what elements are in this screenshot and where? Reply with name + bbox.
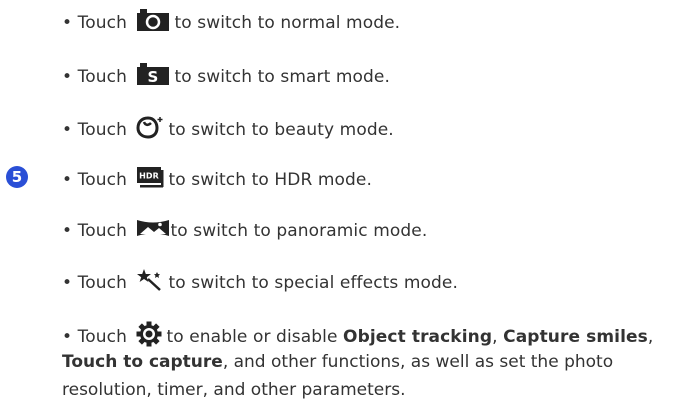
item-suffix: to switch to beauty mode. bbox=[168, 120, 394, 140]
bullet: • bbox=[62, 221, 73, 241]
settings-continuation-line-3: resolution, timer, and other parameters. bbox=[62, 380, 406, 400]
item-suffix: to switch to HDR mode. bbox=[168, 170, 372, 190]
list-item-beauty-mode: • Touch to switch to beauty mode. bbox=[62, 115, 394, 145]
panorama-icon bbox=[136, 217, 170, 245]
svg-text:S: S bbox=[148, 68, 159, 86]
bold-touch-to-capture: Touch to capture bbox=[62, 352, 223, 372]
magic-wand-icon bbox=[136, 268, 164, 298]
bullet: • bbox=[62, 170, 73, 190]
settings-continuation-line-2: Touch to capture, and other functions, a… bbox=[62, 351, 613, 373]
camera-normal-icon bbox=[136, 8, 170, 38]
item-prefix: Touch bbox=[77, 170, 127, 190]
bullet: • bbox=[62, 13, 73, 33]
item-prefix: Touch bbox=[77, 67, 127, 87]
bullet: • bbox=[62, 273, 73, 293]
bullet: • bbox=[62, 67, 73, 87]
bold-object-tracking: Object tracking bbox=[343, 327, 493, 347]
item-prefix: Touch bbox=[77, 13, 127, 33]
separator: , bbox=[492, 327, 498, 347]
item-suffix: to switch to smart mode. bbox=[174, 67, 390, 87]
item-suffix: to switch to special effects mode. bbox=[168, 273, 458, 293]
step-badge: 5 bbox=[6, 166, 28, 188]
list-item-special-effects-mode: • Touch to switch to special effects mod… bbox=[62, 268, 458, 298]
item-prefix: Touch bbox=[77, 273, 127, 293]
item-suffix: to switch to normal mode. bbox=[174, 13, 401, 33]
item-prefix: Touch bbox=[77, 327, 127, 347]
hdr-icon: HDR bbox=[136, 166, 164, 194]
settings-text-line2: , and other functions, as well as set th… bbox=[222, 352, 614, 372]
item-prefix: Touch bbox=[77, 221, 127, 241]
list-item-hdr-mode: • Touch HDR to switch to HDR mode. bbox=[62, 166, 372, 194]
bullet: • bbox=[62, 327, 73, 347]
item-suffix: to enable or disable bbox=[166, 327, 338, 347]
list-item-panoramic-mode: • Touch to switch to panoramic mode. bbox=[62, 217, 427, 245]
bullet: • bbox=[62, 120, 73, 140]
item-prefix: Touch bbox=[77, 120, 127, 140]
separator: , bbox=[647, 327, 654, 347]
settings-gear-icon bbox=[136, 321, 162, 353]
svg-text:HDR: HDR bbox=[140, 172, 160, 181]
list-item-smart-mode: • Touch S to switch to smart mode. bbox=[62, 62, 390, 92]
item-suffix: to switch to panoramic mode. bbox=[170, 221, 428, 241]
bold-capture-smiles: Capture smiles bbox=[503, 327, 648, 347]
list-item-normal-mode: • Touch to switch to normal mode. bbox=[62, 8, 400, 38]
list-item-settings: • Touch to enable or disable Object trac… bbox=[62, 321, 653, 353]
camera-smart-icon: S bbox=[136, 62, 170, 92]
beauty-icon bbox=[136, 115, 164, 145]
